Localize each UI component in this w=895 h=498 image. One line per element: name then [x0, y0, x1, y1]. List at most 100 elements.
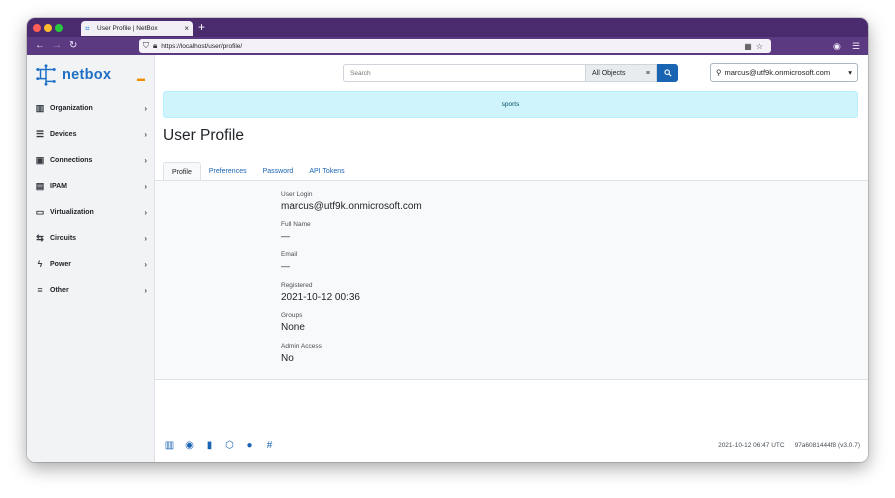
- slack-icon[interactable]: #: [264, 440, 275, 451]
- tab-api-tokens[interactable]: API Tokens: [301, 162, 352, 181]
- tab-title: User Profile | NetBox: [97, 25, 158, 32]
- search-scope-select[interactable]: All Objects ≡: [585, 64, 657, 82]
- maximize-window-button[interactable]: [55, 24, 63, 32]
- banner: sports: [163, 91, 858, 118]
- chevron-right-icon: ›: [144, 207, 147, 217]
- search-scope-value: All Objects: [592, 69, 626, 77]
- field-label: Email: [281, 251, 298, 258]
- connections-icon: ▣: [35, 154, 45, 165]
- extension-icon[interactable]: ◉: [833, 39, 841, 53]
- chevron-right-icon: ›: [144, 155, 147, 165]
- menu-icon[interactable]: ☰: [852, 39, 860, 53]
- grid-icon[interactable]: ▦: [744, 42, 752, 51]
- sidebar-item-connections[interactable]: ▣ Connections ›: [27, 147, 155, 173]
- field-value: None: [281, 322, 305, 333]
- registered-field: Registered 2021-10-12 00:36: [281, 282, 360, 303]
- reload-icon[interactable]: ↻: [69, 39, 77, 53]
- chevron-right-icon: ›: [144, 259, 147, 269]
- sidebar-item-label: Circuits: [50, 234, 77, 242]
- field-value: No: [281, 353, 294, 364]
- caret-down-icon: ▾: [848, 68, 852, 77]
- tab-close-icon[interactable]: ×: [184, 24, 189, 33]
- filter-icon: ≡: [645, 69, 650, 77]
- browser-window: ⌗ User Profile | NetBox × + ← → ↻ ⛉ 🔒︎ h…: [27, 18, 868, 462]
- sidebar-item-virtualization[interactable]: ▭ Virtualization ›: [27, 199, 155, 225]
- new-tab-button[interactable]: +: [198, 20, 205, 34]
- user-login-field: User Login marcus@utf9k.onmicrosoft.com: [281, 191, 422, 212]
- field-label: Groups: [281, 312, 303, 319]
- organization-icon: ▥: [35, 102, 45, 113]
- circuits-icon: ⇆: [36, 232, 44, 243]
- field-label: Registered: [281, 282, 313, 289]
- field-value: —: [281, 261, 290, 271]
- sidebar-item-label: Organization: [50, 104, 93, 112]
- footer-timestamp: 2021-10-12 06:47 UTC: [718, 442, 785, 449]
- page-title: User Profile: [163, 127, 244, 144]
- global-search: All Objects ≡: [343, 64, 678, 82]
- netbox-app: netbox ▬ ▥ Organization › ☰ Devices › ▣ …: [27, 55, 868, 462]
- brand-name: netbox: [62, 67, 112, 83]
- field-value: marcus@utf9k.onmicrosoft.com: [281, 201, 422, 212]
- graphql-icon[interactable]: ⬡: [224, 440, 235, 451]
- browser-tab[interactable]: ⌗ User Profile | NetBox ×: [81, 21, 193, 36]
- field-label: User Login: [281, 191, 313, 198]
- sidebar-nav: ▥ Organization › ☰ Devices › ▣ Connectio…: [27, 95, 155, 303]
- brand[interactable]: netbox: [35, 63, 111, 87]
- user-menu-button[interactable]: ⚲ marcus@utf9k.onmicrosoft.com ▾: [710, 63, 858, 82]
- sidebar-item-other[interactable]: ≡ Other ›: [27, 277, 155, 303]
- sidebar-item-label: Power: [50, 260, 72, 268]
- api-docs-icon[interactable]: ▮: [204, 440, 215, 451]
- lock-icon: 🔒︎: [153, 41, 158, 50]
- browser-toolbar: ← → ↻ ⛉ 🔒︎ https://localhost/user/profil…: [27, 37, 868, 55]
- field-label: Admin Access: [281, 343, 322, 350]
- bookmark-star-icon[interactable]: ☆: [756, 42, 763, 51]
- user-icon: ⚲: [716, 68, 722, 77]
- forward-arrow-icon[interactable]: →: [52, 39, 62, 53]
- sidebar-item-devices[interactable]: ☰ Devices ›: [27, 121, 155, 147]
- footer-meta: 2021-10-12 06:47 UTC 97a6081444f8 (v3.0.…: [708, 442, 860, 449]
- search-button[interactable]: [657, 64, 678, 82]
- sidebar-item-label: Virtualization: [50, 208, 94, 216]
- docs-book-icon[interactable]: ▥: [164, 440, 175, 451]
- chevron-right-icon: ›: [144, 103, 147, 113]
- main-content: All Objects ≡ ⚲ marcus@utf9k.onmicrosoft…: [155, 55, 868, 462]
- virtualization-icon: ▭: [35, 206, 45, 217]
- sidebar-item-power[interactable]: ϟ Power ›: [27, 251, 155, 277]
- user-menu-label: marcus@utf9k.onmicrosoft.com: [724, 68, 831, 77]
- search-icon: [663, 69, 672, 77]
- sidebar-item-ipam[interactable]: ▤ IPAM ›: [27, 173, 155, 199]
- footer-version: 97a6081444f8 (v3.0.7): [794, 442, 860, 449]
- api-eye-icon[interactable]: ◉: [184, 440, 195, 451]
- tab-preferences[interactable]: Preferences: [201, 162, 255, 181]
- sidebar-item-label: Devices: [50, 130, 77, 138]
- chevron-right-icon: ›: [144, 129, 147, 139]
- back-arrow-icon[interactable]: ←: [35, 39, 45, 53]
- groups-field: Groups None: [281, 312, 305, 333]
- search-input[interactable]: [343, 64, 585, 82]
- chevron-right-icon: ›: [144, 285, 147, 295]
- tab-profile[interactable]: Profile: [163, 162, 201, 181]
- email-field: Email —: [281, 251, 297, 271]
- sidebar-item-organization[interactable]: ▥ Organization ›: [27, 95, 155, 121]
- sidebar: netbox ▬ ▥ Organization › ☰ Devices › ▣ …: [27, 55, 155, 462]
- field-value: —: [281, 231, 290, 241]
- sidebar-item-label: IPAM: [50, 182, 67, 190]
- sidebar-item-label: Other: [50, 286, 69, 294]
- devices-icon: ☰: [35, 128, 45, 139]
- minimize-window-button[interactable]: [44, 24, 52, 32]
- banner-text: sports: [501, 101, 520, 108]
- profile-tabs: Profile Preferences Password API Tokens: [163, 162, 353, 181]
- sidebar-item-circuits[interactable]: ⇆ Circuits ›: [27, 225, 155, 251]
- chevron-right-icon: ›: [144, 233, 147, 243]
- full-name-field: Full Name —: [281, 221, 311, 241]
- address-bar[interactable]: ⛉ 🔒︎ https://localhost/user/profile/ ▦ ☆: [139, 39, 771, 53]
- tab-password[interactable]: Password: [255, 162, 302, 181]
- close-window-button[interactable]: [33, 24, 41, 32]
- other-icon: ≡: [37, 285, 43, 295]
- sidebar-item-label: Connections: [50, 156, 93, 164]
- pin-icon[interactable]: ▬: [137, 74, 145, 83]
- github-icon[interactable]: ●: [244, 440, 255, 451]
- ipam-icon: ▤: [35, 180, 45, 191]
- url-text: https://localhost/user/profile/: [161, 42, 243, 50]
- netbox-logo-icon: [36, 64, 56, 86]
